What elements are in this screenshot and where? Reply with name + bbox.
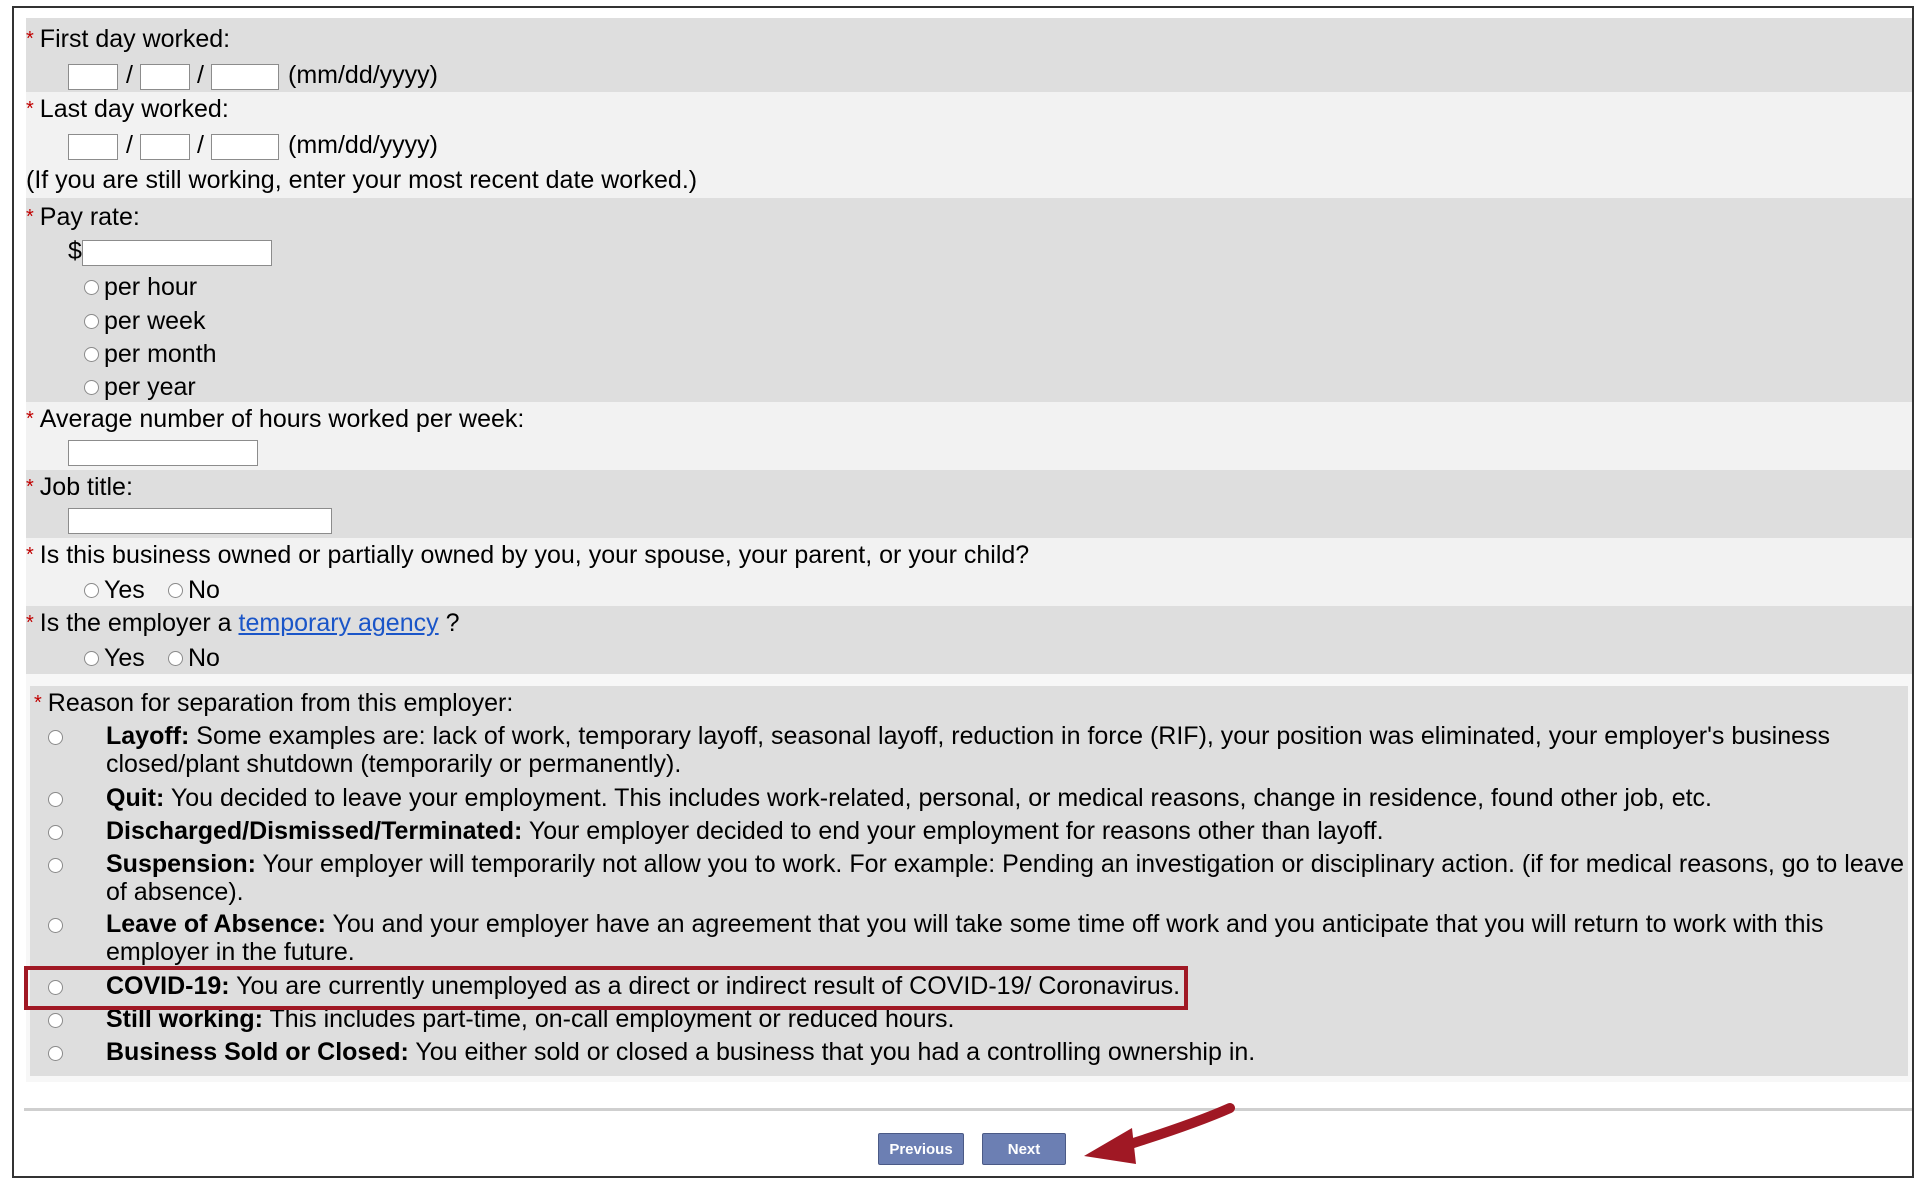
last-day-month-input[interactable] — [68, 134, 118, 160]
divider — [24, 1108, 1912, 1111]
per-week-label: per week — [104, 307, 206, 335]
temp-agency-prefix: Is the employer a — [39, 609, 239, 637]
per-month-label: per month — [104, 340, 217, 368]
first-day-year-input[interactable] — [211, 64, 279, 90]
reason-description: You decided to leave your employment. Th… — [164, 784, 1712, 812]
reason-leave-of-absence-text: Leave of Absence: You and your employer … — [106, 910, 1906, 966]
next-button[interactable]: Next — [982, 1133, 1066, 1165]
avg-hours-label-text: Average number of hours worked per week: — [39, 405, 525, 433]
reason-quit-text: Quit: You decided to leave your employme… — [106, 784, 1906, 812]
business-owned-yes-radio[interactable] — [84, 583, 99, 598]
reason-title: Quit: — [106, 784, 165, 812]
temp-agency-yes-label: Yes — [104, 644, 145, 672]
reason-leave-of-absence-radio[interactable] — [48, 918, 63, 933]
reason-suspension-radio[interactable] — [48, 858, 63, 873]
reason-suspension-text: Suspension: Your employer will temporari… — [106, 850, 1906, 906]
reason-description: You and your employer have an agreement … — [106, 910, 1824, 966]
reason-description: Some examples are: lack of work, tempora… — [106, 722, 1831, 778]
last-day-year-input[interactable] — [211, 134, 279, 160]
reason-description: Your employer will temporarily not allow… — [106, 850, 1905, 906]
date-format-hint: (mm/dd/yyyy) — [288, 61, 438, 89]
required-mark: * — [26, 98, 34, 120]
job-title-label-text: Job title: — [39, 473, 133, 501]
reason-title: Leave of Absence: — [106, 910, 326, 938]
reason-title: Discharged/Dismissed/Terminated: — [106, 817, 523, 845]
temp-agency-yes-radio[interactable] — [84, 651, 99, 666]
job-title-label: * Job title: — [26, 472, 133, 504]
separation-label: * Reason for separation from this employe… — [34, 688, 513, 720]
temp-agency-suffix: ? — [438, 609, 460, 637]
date-separator: / — [197, 61, 204, 89]
temp-agency-no-label: No — [188, 644, 220, 672]
required-mark: * — [34, 692, 42, 714]
last-day-day-input[interactable] — [140, 134, 190, 160]
last-day-row: * Last day worked: / / (mm/dd/yyyy) (If y… — [26, 92, 1912, 198]
required-mark: * — [26, 408, 34, 430]
business-owned-label-text: Is this business owned or partially owne… — [39, 541, 1030, 569]
reason-title: Layoff: — [106, 722, 190, 750]
arrow-annotation-icon — [1084, 1103, 1235, 1164]
avg-hours-input[interactable] — [68, 440, 258, 466]
still-working-note: (If you are still working, enter your mo… — [26, 166, 698, 194]
reason-discharged-text: Discharged/Dismissed/Terminated: Your em… — [106, 817, 1906, 845]
last-day-label-text: Last day worked: — [39, 95, 229, 123]
reason-title: Suspension: — [106, 850, 257, 878]
last-day-label: * Last day worked: — [26, 94, 229, 126]
required-mark: * — [26, 544, 34, 566]
form-frame: * First day worked: / / (mm/dd/yyyy) * Las… — [12, 6, 1914, 1178]
required-mark: * — [26, 206, 34, 228]
pay-rate-label-text: Pay rate: — [39, 203, 140, 231]
date-separator: / — [197, 131, 204, 159]
reason-description: You either sold or closed a business tha… — [408, 1038, 1256, 1066]
required-mark: * — [26, 612, 34, 634]
first-day-month-input[interactable] — [68, 64, 118, 90]
job-title-row: * Job title: — [26, 470, 1912, 538]
reason-description: Your employer decided to end your employ… — [522, 817, 1384, 845]
per-year-radio[interactable] — [84, 380, 99, 395]
avg-hours-row: * Average number of hours worked per week… — [26, 402, 1912, 470]
required-mark: * — [26, 28, 34, 50]
business-owned-yes-label: Yes — [104, 576, 145, 604]
temp-agency-label: * Is the employer a temporary agency ? — [26, 608, 459, 640]
per-week-radio[interactable] — [84, 314, 99, 329]
covid-highlight-box — [24, 966, 1188, 1010]
previous-button[interactable]: Previous — [878, 1133, 964, 1165]
required-mark: * — [26, 476, 34, 498]
currency-symbol: $ — [68, 237, 82, 265]
separation-section: * Reason for separation from this employe… — [26, 674, 1912, 1082]
reason-quit-radio[interactable] — [48, 792, 63, 807]
reason-layoff-radio[interactable] — [48, 730, 63, 745]
reason-layoff-text: Layoff: Some examples are: lack of work,… — [106, 722, 1906, 778]
reason-title: Business Sold or Closed: — [106, 1038, 409, 1066]
business-owned-label: * Is this business owned or partially own… — [26, 540, 1029, 572]
temp-agency-row: * Is the employer a temporary agency ? Ye… — [26, 606, 1912, 674]
temporary-agency-link[interactable]: temporary agency — [239, 609, 439, 637]
per-year-label: per year — [104, 373, 196, 401]
reason-business-sold-radio[interactable] — [48, 1046, 63, 1061]
reason-still-working-radio[interactable] — [48, 1013, 63, 1028]
separation-label-text: Reason for separation from this employer… — [47, 689, 514, 717]
first-day-day-input[interactable] — [140, 64, 190, 90]
business-owned-no-radio[interactable] — [168, 583, 183, 598]
pay-rate-input[interactable] — [82, 240, 272, 266]
date-separator: / — [126, 61, 133, 89]
first-day-row: * First day worked: / / (mm/dd/yyyy) — [26, 18, 1912, 92]
job-title-input[interactable] — [68, 508, 332, 534]
per-hour-radio[interactable] — [84, 280, 99, 295]
date-format-hint: (mm/dd/yyyy) — [288, 131, 438, 159]
first-day-label-text: First day worked: — [39, 25, 231, 53]
pay-rate-row: * Pay rate: $ per hour per week per month… — [26, 198, 1912, 402]
reason-business-sold-text: Business Sold or Closed: You either sold… — [106, 1038, 1906, 1066]
avg-hours-label: * Average number of hours worked per week… — [26, 404, 524, 436]
date-separator: / — [126, 131, 133, 159]
temp-agency-no-radio[interactable] — [168, 651, 183, 666]
reason-discharged-radio[interactable] — [48, 825, 63, 840]
per-hour-label: per hour — [104, 273, 198, 301]
business-owned-row: * Is this business owned or partially own… — [26, 538, 1912, 606]
business-owned-no-label: No — [188, 576, 220, 604]
pay-rate-label: * Pay rate: — [26, 202, 140, 234]
per-month-radio[interactable] — [84, 347, 99, 362]
first-day-label: * First day worked: — [26, 24, 230, 56]
